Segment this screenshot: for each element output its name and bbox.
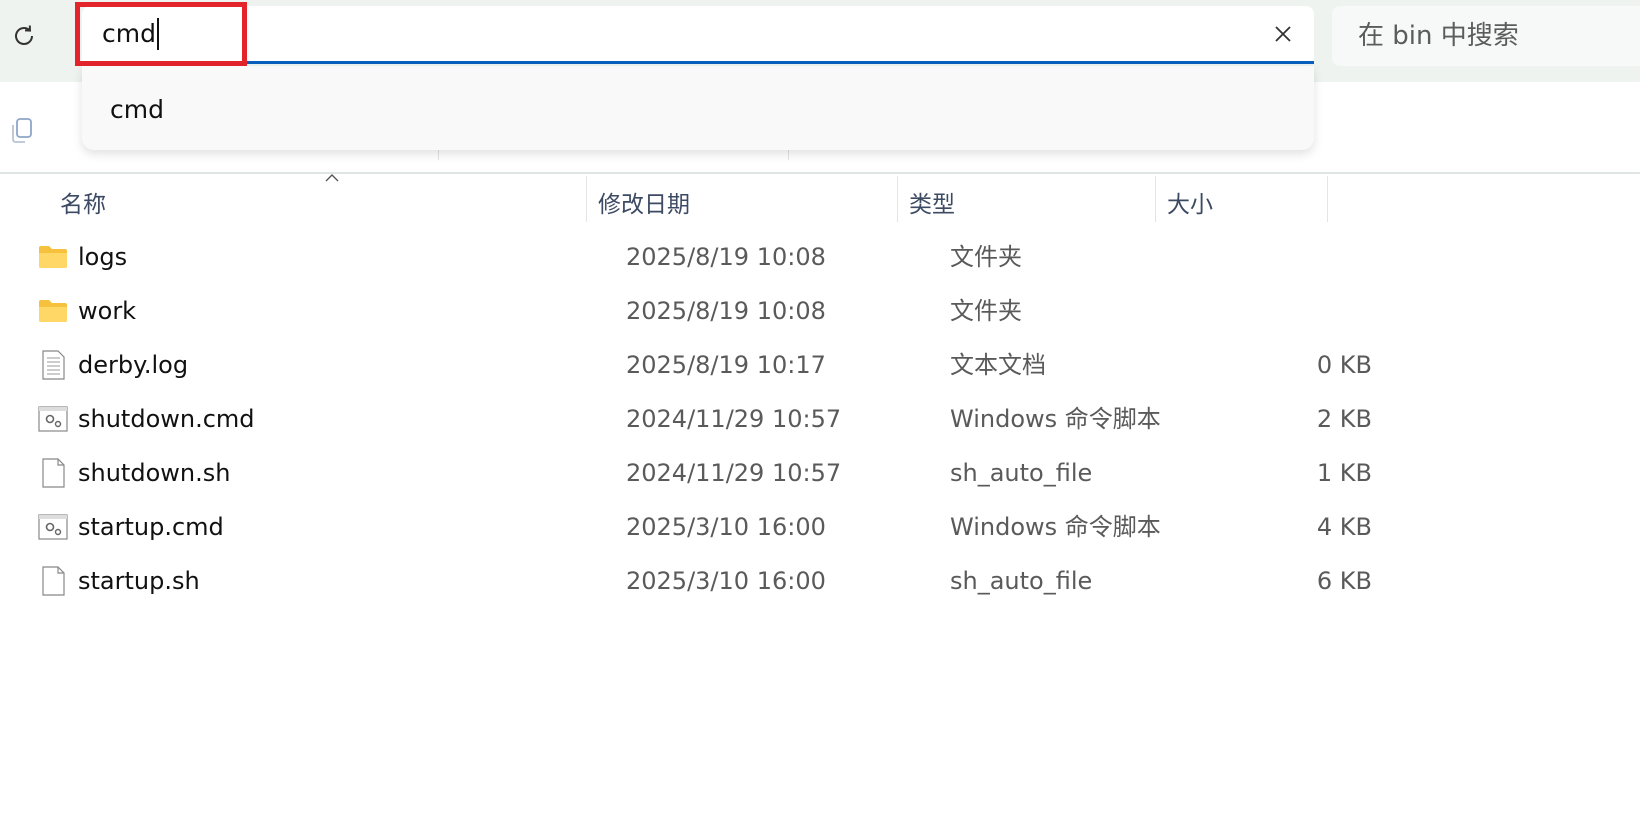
refresh-icon xyxy=(15,25,33,45)
file-row[interactable]: work 2025/8/19 10:08 文件夹 xyxy=(0,286,1400,338)
file-name: shutdown.cmd xyxy=(78,405,255,433)
file-type: sh_auto_file xyxy=(950,459,1093,487)
column-separator[interactable] xyxy=(586,176,587,222)
column-header-type[interactable]: 类型 xyxy=(909,190,955,220)
sort-ascending-icon xyxy=(325,174,339,182)
file-row[interactable]: shutdown.cmd 2024/11/29 10:57 Windows 命令… xyxy=(0,394,1400,446)
file-row[interactable]: startup.cmd 2025/3/10 16:00 Windows 命令脚本… xyxy=(0,502,1400,554)
column-separator[interactable] xyxy=(897,176,898,222)
column-header-size[interactable]: 大小 xyxy=(1167,190,1213,220)
file-type: sh_auto_file xyxy=(950,567,1093,595)
file-modified: 2024/11/29 10:57 xyxy=(626,405,842,433)
address-suggestions-dropdown: cmd xyxy=(82,66,1314,150)
script-gear-icon xyxy=(38,514,68,540)
file-name: work xyxy=(78,297,137,325)
file-size: 1 KB xyxy=(1316,459,1372,487)
file-type: 文件夹 xyxy=(950,243,1022,271)
text-document-icon xyxy=(42,350,65,380)
file-modified: 2025/8/19 10:08 xyxy=(626,297,826,325)
search-box[interactable]: 在 bin 中搜索 xyxy=(1332,6,1640,66)
file-type: 文件夹 xyxy=(950,297,1022,325)
file-modified: 2025/8/19 10:08 xyxy=(626,243,826,271)
file-modified: 2025/3/10 16:00 xyxy=(626,513,826,541)
copy-button[interactable] xyxy=(4,112,40,148)
address-value: cmd xyxy=(102,19,156,48)
file-type: 文本文档 xyxy=(950,351,1046,379)
folder-icon xyxy=(39,300,67,322)
file-name: shutdown.sh xyxy=(78,459,231,487)
file-size: 6 KB xyxy=(1316,567,1372,595)
script-gear-icon xyxy=(38,406,68,432)
file-row[interactable]: shutdown.sh 2024/11/29 10:57 sh_auto_fil… xyxy=(0,448,1400,500)
column-header-modified[interactable]: 修改日期 xyxy=(598,190,690,220)
column-separator[interactable] xyxy=(1327,176,1328,222)
file-name: logs xyxy=(78,243,128,271)
suggestion-item[interactable]: cmd xyxy=(110,94,164,126)
refresh-button[interactable] xyxy=(4,14,44,58)
column-header-row xyxy=(0,174,1640,224)
file-size: 4 KB xyxy=(1316,513,1372,541)
command-bar-divider xyxy=(788,150,789,160)
address-text-wrapper: cmd xyxy=(102,18,159,50)
command-bar-divider xyxy=(438,150,439,160)
file-name: startup.sh xyxy=(78,567,200,595)
close-icon xyxy=(1275,26,1291,42)
file-name: derby.log xyxy=(78,351,189,379)
column-header-name[interactable]: 名称 xyxy=(60,190,106,220)
search-placeholder: 在 bin 中搜索 xyxy=(1358,21,1519,51)
file-type: Windows 命令脚本 xyxy=(950,513,1161,541)
file-size: 2 KB xyxy=(1316,405,1372,433)
file-modified: 2025/8/19 10:17 xyxy=(626,351,826,379)
file-row[interactable]: derby.log 2025/8/19 10:17 文本文档 0 KB xyxy=(0,340,1400,392)
file-size: 0 KB xyxy=(1316,351,1372,379)
column-separator[interactable] xyxy=(1155,176,1156,222)
blank-file-icon xyxy=(42,566,65,596)
copy-icon xyxy=(12,118,32,143)
file-name: startup.cmd xyxy=(78,513,224,541)
clear-address-button[interactable] xyxy=(1270,21,1296,47)
file-modified: 2024/11/29 10:57 xyxy=(626,459,842,487)
file-row[interactable]: logs 2025/8/19 10:08 文件夹 xyxy=(0,232,1400,284)
text-caret xyxy=(156,18,159,50)
address-bar-input[interactable]: cmd xyxy=(82,6,1314,64)
file-modified: 2025/3/10 16:00 xyxy=(626,567,826,595)
folder-icon xyxy=(39,246,67,268)
file-row[interactable]: startup.sh 2025/3/10 16:00 sh_auto_file … xyxy=(0,556,1400,608)
file-type: Windows 命令脚本 xyxy=(950,405,1161,433)
blank-file-icon xyxy=(42,458,65,488)
